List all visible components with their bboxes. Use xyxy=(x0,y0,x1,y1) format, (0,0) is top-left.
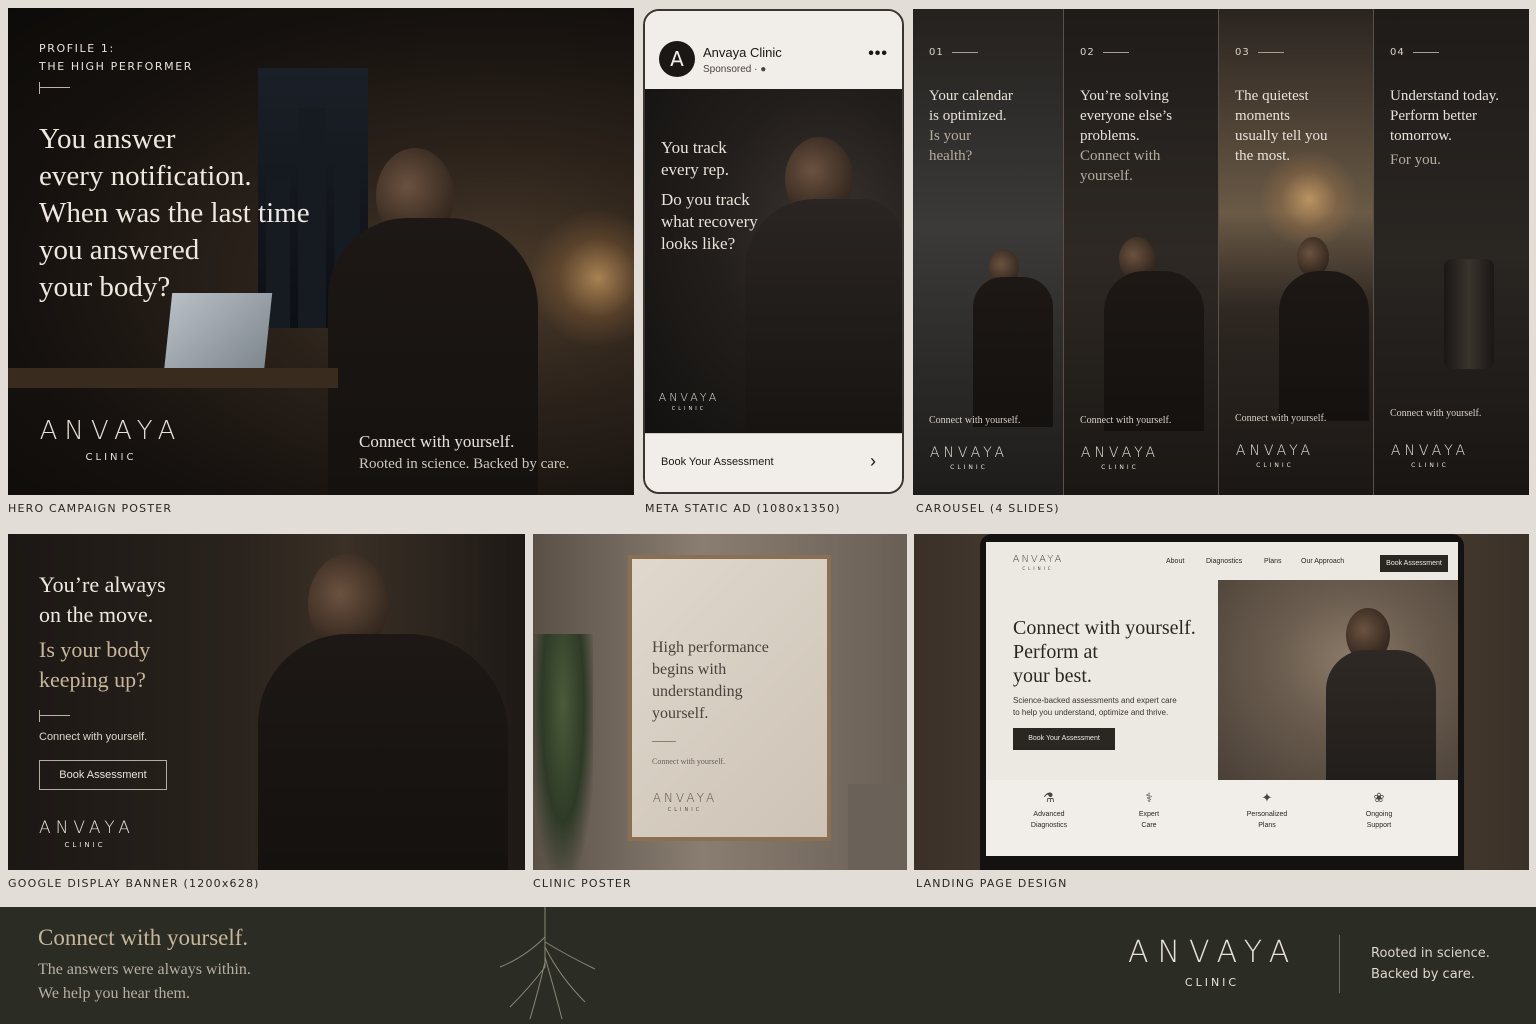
footer-brand-logo: ANVAYA CLINIC xyxy=(1128,935,1299,989)
brand-logo: ANVAYA CLINIC xyxy=(929,445,1009,471)
lp-logo[interactable]: ANVAYA CLINIC xyxy=(1010,554,1066,571)
feature-ongoing-support[interactable]: ❀ Ongoing Support xyxy=(1324,790,1434,831)
cta-bar[interactable]: Book Your Assessment › xyxy=(645,433,902,492)
clinic-poster: High performance begins with understandi… xyxy=(533,534,907,870)
slide-number: 01 xyxy=(929,47,978,58)
person-body xyxy=(1326,650,1436,780)
footer-tagline: Rooted in science. Backed by care. xyxy=(1371,946,1490,982)
slide-text: You’re solving everyone else’s problems.… xyxy=(1080,88,1173,184)
feature-advanced-diagnostics[interactable]: ⚗ Advanced Diagnostics xyxy=(994,790,1104,831)
slide-number: 02 xyxy=(1080,47,1129,58)
divider xyxy=(652,741,676,742)
slide-tagline: Connect with yourself. xyxy=(929,415,1021,426)
person-body xyxy=(973,277,1053,427)
person-body xyxy=(1104,271,1204,431)
support-icon: ❀ xyxy=(1373,790,1385,805)
banner-headline: You’re always on the move. xyxy=(39,572,166,627)
lp-headline: Connect with yourself. Perform at your b… xyxy=(1013,617,1196,687)
brand-logo: ANVAYA CLINIC xyxy=(39,416,183,463)
carousel-slide-2[interactable]: 02 You’re solving everyone else’s proble… xyxy=(1064,9,1219,495)
slide-text: The quietest moments usually tell you th… xyxy=(1235,88,1328,164)
poster-tagline: Connect with yourself. xyxy=(652,757,726,766)
avatar[interactable]: A xyxy=(659,41,695,77)
caption-google: GOOGLE DISPLAY BANNER (1200x628) xyxy=(8,877,260,890)
slide-tagline: Connect with yourself. xyxy=(1235,413,1327,424)
carousel-slide-1[interactable]: 01 Your calendar is optimized. Is your h… xyxy=(913,9,1064,495)
landing-page-mockup: ANVAYA CLINIC About Diagnostics Plans Ou… xyxy=(914,534,1529,870)
sponsored-label: Sponsored · ● xyxy=(703,64,767,75)
supplement-bottle xyxy=(1444,259,1494,369)
slide-text: Your calendar is optimized. Is your heal… xyxy=(929,88,1013,164)
lamp-glow xyxy=(528,208,634,348)
chevron-right-icon[interactable]: › xyxy=(870,451,876,472)
hero-headline: You answer every notification. When was … xyxy=(39,123,310,303)
hero-campaign-poster: PROFILE 1: THE HIGH PERFORMER You answer… xyxy=(8,8,634,495)
carousel-slide-3[interactable]: 03 The quietest moments usually tell you… xyxy=(1219,9,1374,495)
slide-text: Understand today. Perform better tomorro… xyxy=(1390,88,1499,168)
plan-icon: ✦ xyxy=(1261,790,1273,805)
footer-band: Connect with yourself. The answers were … xyxy=(0,907,1536,1024)
banner-question: Is your body keeping up? xyxy=(39,637,151,692)
slide-number: 03 xyxy=(1235,47,1284,58)
person-body xyxy=(258,634,508,870)
plant xyxy=(533,634,593,870)
flask-icon: ⚗ xyxy=(1043,790,1055,805)
caption-meta: META STATIC AD (1080x1350) xyxy=(645,502,841,515)
banner-tagline: Connect with yourself. xyxy=(39,731,148,743)
caption-hero: HERO CAMPAIGN POSTER xyxy=(8,502,173,515)
brand-logo: ANVAYA CLINIC xyxy=(658,391,720,412)
footer-subtext: The answers were always within. We help … xyxy=(38,961,251,1002)
footer-headline: Connect with yourself. xyxy=(38,925,249,950)
divider-tick xyxy=(39,710,70,722)
divider xyxy=(1339,935,1340,993)
feature-personalized-plans[interactable]: ✦ Personalized Plans xyxy=(1212,790,1322,831)
caption-clinic-poster: CLINIC POSTER xyxy=(533,877,632,890)
stethoscope-icon: ⚕ xyxy=(1145,790,1153,805)
nav-plans[interactable]: Plans xyxy=(1264,558,1282,565)
poster-text: High performance begins with understandi… xyxy=(652,639,769,722)
chair xyxy=(848,784,907,870)
hero-tagline: Connect with yourself. Rooted in science… xyxy=(359,432,570,472)
brand-logo: ANVAYA CLINIC xyxy=(652,791,718,813)
slide-tagline: Connect with yourself. xyxy=(1080,415,1172,426)
feature-expert-care[interactable]: ⚕ Expert Care xyxy=(1094,790,1204,831)
desk xyxy=(8,368,338,388)
book-assessment-cta[interactable]: Book Your Assessment xyxy=(661,456,774,468)
ad-header: A Anvaya Clinic Sponsored · ● ••• xyxy=(645,11,902,89)
eyebrow-line-1: PROFILE 1: xyxy=(39,42,115,55)
nav-diagnostics[interactable]: Diagnostics xyxy=(1206,558,1242,565)
ad-copy: You track every rep. Do you track what r… xyxy=(661,138,758,253)
google-display-banner: You’re always on the move. Is your body … xyxy=(8,534,525,870)
divider-tick xyxy=(39,82,70,94)
ad-image: You track every rep. Do you track what r… xyxy=(645,89,902,433)
brand-logo: ANVAYA CLINIC xyxy=(1080,445,1160,471)
nav-our-approach[interactable]: Our Approach xyxy=(1301,558,1344,565)
root-illustration xyxy=(499,907,596,1020)
eyebrow-line-2: THE HIGH PERFORMER xyxy=(39,60,193,73)
more-options-icon[interactable]: ••• xyxy=(868,45,888,63)
brand-logo: ANVAYA CLINIC xyxy=(1235,443,1315,469)
caption-carousel: CAROUSEL (4 SLIDES) xyxy=(916,502,1060,515)
brand-logo: ANVAYA CLINIC xyxy=(1390,443,1470,469)
page-name[interactable]: Anvaya Clinic xyxy=(703,45,782,60)
brand-logo: ANVAYA CLINIC xyxy=(39,818,135,849)
book-your-assessment-button[interactable]: Book Your Assessment xyxy=(1013,728,1115,750)
carousel-slide-4[interactable]: 04 Understand today. Perform better tomo… xyxy=(1374,9,1529,495)
hero-image xyxy=(1218,580,1458,780)
meta-static-ad: A Anvaya Clinic Sponsored · ● ••• You tr… xyxy=(643,9,904,494)
nav-about[interactable]: About xyxy=(1166,558,1184,565)
person-body xyxy=(1279,271,1369,421)
laptop-screen: ANVAYA CLINIC About Diagnostics Plans Ou… xyxy=(986,542,1458,856)
caption-landing: LANDING PAGE DESIGN xyxy=(916,877,1068,890)
nav-book-assessment-button[interactable]: Book Assessment xyxy=(1380,555,1448,572)
carousel: 01 Your calendar is optimized. Is your h… xyxy=(913,9,1529,495)
poster-frame: High performance begins with understandi… xyxy=(628,555,831,841)
slide-tagline: Connect with yourself. xyxy=(1390,408,1482,419)
lp-subtext: Science-backed assessments and expert ca… xyxy=(1013,696,1177,717)
book-assessment-button[interactable]: Book Assessment xyxy=(39,760,167,790)
slide-number: 04 xyxy=(1390,47,1439,58)
